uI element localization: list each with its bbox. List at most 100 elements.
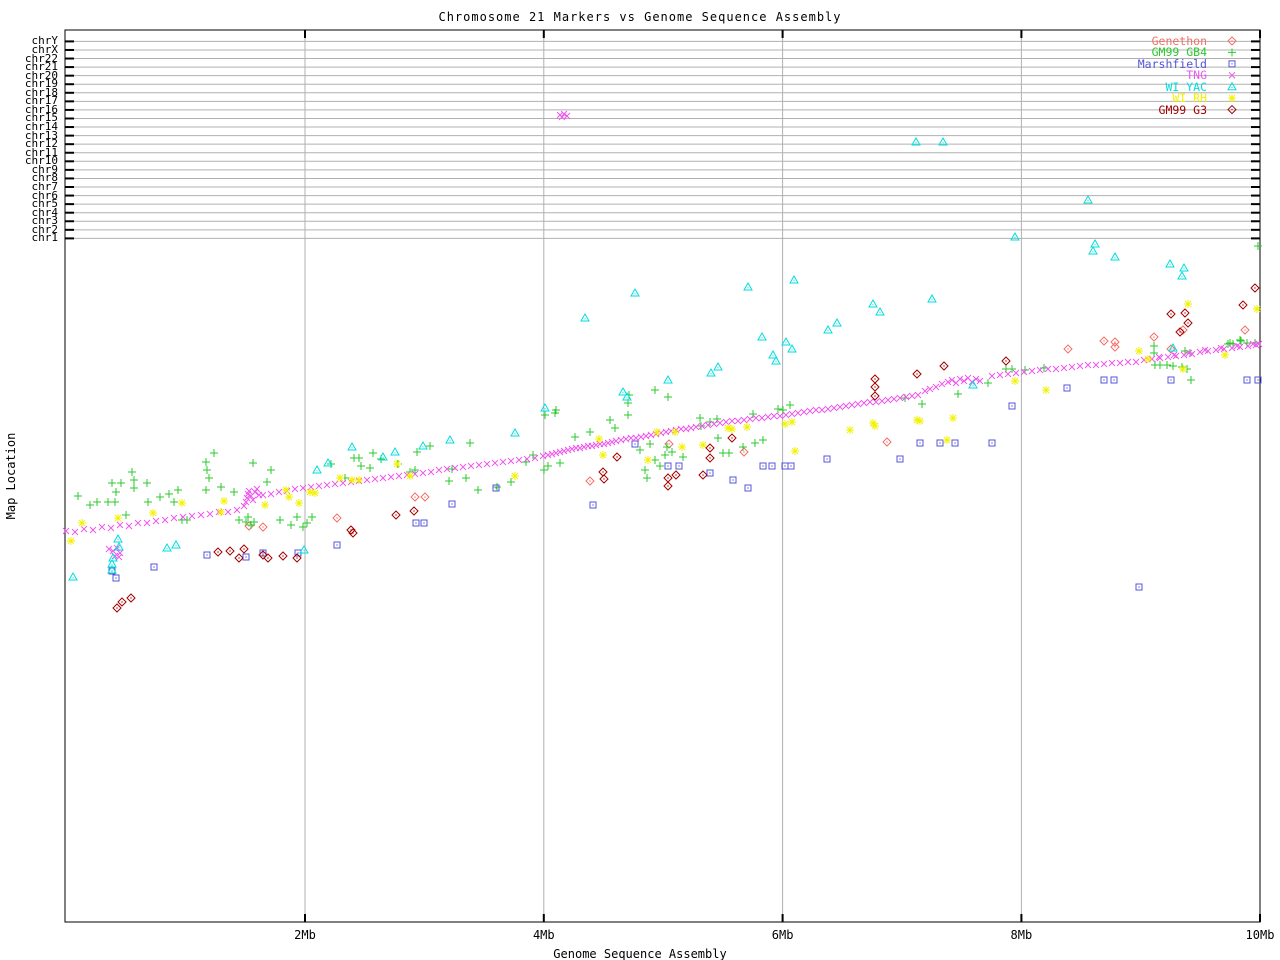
scatter-point-tng xyxy=(556,448,564,456)
scatter-point-gm99-gb4 xyxy=(299,523,307,531)
scatter-point-marshfield xyxy=(242,553,250,561)
scatter-point-tng xyxy=(62,527,70,535)
scatter-point-gm99-g3 xyxy=(870,374,880,384)
x-tick-label-6Mb: 6Mb xyxy=(771,928,794,942)
scatter-point-wi-rh xyxy=(406,472,414,480)
scatter-point-tng xyxy=(197,511,205,519)
scatter-point-tng xyxy=(259,491,267,499)
scatter-point-tng xyxy=(758,414,766,422)
scatter-point-gm99-gb4 xyxy=(462,474,470,482)
scatter-point-wi-yac xyxy=(347,441,357,451)
scatter-point-tng xyxy=(677,425,685,433)
scatter-point-marshfield xyxy=(333,541,341,549)
scatter-point-tng xyxy=(116,521,124,529)
scatter-point-tng xyxy=(548,450,556,458)
scatter-point-genethon xyxy=(1149,332,1159,342)
scatter-point-tng xyxy=(902,393,910,401)
scatter-point-gm99-g3 xyxy=(292,553,302,563)
scatter-point-marshfield xyxy=(1110,376,1118,384)
scatter-point-gm99-gb4 xyxy=(203,466,211,474)
scatter-point-wi-rh xyxy=(1253,305,1261,313)
scatter-point-wi-yac xyxy=(787,343,797,353)
scatter-point-wi-yac xyxy=(875,306,885,316)
scatter-point-wi-rh xyxy=(1179,365,1187,373)
scatter-point-tng xyxy=(812,406,820,414)
scatter-point-wi-yac xyxy=(789,274,799,284)
scatter-point-tng xyxy=(1170,351,1178,359)
scatter-point-tng xyxy=(988,372,996,380)
scatter-point-gm99-g3 xyxy=(126,593,136,603)
scatter-point-tng xyxy=(617,436,625,444)
scatter-point-gm99-g3 xyxy=(727,433,737,443)
scatter-point-wi-yac xyxy=(927,293,937,303)
scatter-point-tng xyxy=(1164,353,1172,361)
scatter-point-marshfield xyxy=(759,462,767,470)
scatter-point-gm99-gb4 xyxy=(786,401,794,409)
scatter-point-wi-yac xyxy=(868,298,878,308)
scatter-point-wi-rh xyxy=(217,508,225,516)
scatter-point-wi-yac xyxy=(757,331,767,341)
x-tick-label-4Mb: 4Mb xyxy=(532,928,555,942)
scatter-point-wi-rh xyxy=(393,460,401,468)
scatter-point-gm99-gb4 xyxy=(128,468,136,476)
scatter-point-tng xyxy=(1012,369,1020,377)
scatter-point-gm99-g3 xyxy=(705,453,715,463)
scatter-point-tng xyxy=(170,514,178,522)
scatter-point-tng xyxy=(507,457,515,465)
scatter-point-marshfield xyxy=(1100,376,1108,384)
scatter-point-wi-yac xyxy=(162,542,172,552)
scatter-point-gm99-gb4 xyxy=(1236,336,1244,344)
scatter-point-tng xyxy=(491,459,499,467)
scatter-point-gm99-g3 xyxy=(278,551,288,561)
scatter-point-gm99-gb4 xyxy=(93,498,101,506)
scatter-point-wi-rh xyxy=(871,422,879,430)
scatter-point-genethon xyxy=(1063,344,1073,354)
scatter-point-tng xyxy=(622,435,630,443)
scatter-point-gm99-gb4 xyxy=(144,498,152,506)
scatter-point-gm99-gb4 xyxy=(174,486,182,494)
scatter-point-wi-rh xyxy=(743,423,751,431)
scatter-point-tng xyxy=(558,113,566,121)
scatter-point-tng xyxy=(647,431,655,439)
scatter-point-marshfield xyxy=(768,462,776,470)
scatter-point-tng xyxy=(1132,358,1140,366)
scatter-point-gm99-gb4 xyxy=(112,488,120,496)
scatter-point-marshfield xyxy=(150,563,158,571)
scatter-point-gm99-gb4 xyxy=(244,513,252,521)
scatter-point-tng xyxy=(848,401,856,409)
scatter-point-gm99-gb4 xyxy=(586,428,594,436)
scatter-point-gm99-gb4 xyxy=(651,386,659,394)
scatter-point-wi-rh xyxy=(728,425,736,433)
scatter-point-gm99-gb4 xyxy=(679,453,687,461)
scatter-point-wi-rh xyxy=(644,456,652,464)
scatter-point-wi-yac xyxy=(418,440,428,450)
scatter-point-gm99-gb4 xyxy=(1150,349,1158,357)
scatter-point-tng xyxy=(824,405,832,413)
scatter-point-gm99-gb4 xyxy=(661,451,669,459)
scatter-point-wi-rh xyxy=(1042,386,1050,394)
scatter-point-gm99-g3 xyxy=(705,443,715,453)
scatter-point-gm99-gb4 xyxy=(411,466,419,474)
scatter-point-gm99-gb4 xyxy=(108,479,116,487)
scatter-point-tng xyxy=(657,429,665,437)
scatter-point-gm99-g3 xyxy=(870,391,880,401)
scatter-point-tng xyxy=(435,466,443,474)
scatter-point-gm99-gb4 xyxy=(293,513,301,521)
scatter-point-wi-rh xyxy=(1011,377,1019,385)
scatter-point-gm99-g3 xyxy=(213,547,223,557)
scatter-point-gm99-gb4 xyxy=(556,459,564,467)
scatter-point-tng xyxy=(539,452,547,460)
scatter-point-tng xyxy=(884,396,892,404)
scatter-point-gm99-gb4 xyxy=(202,458,210,466)
scatter-point-wi-rh xyxy=(355,476,363,484)
scatter-point-gm99-g3 xyxy=(1183,318,1193,328)
scatter-point-gm99-gb4 xyxy=(117,479,125,487)
scatter-point-gm99-gb4 xyxy=(624,411,632,419)
scatter-point-gm99-gb4 xyxy=(303,519,311,527)
x-tick-label-8Mb: 8Mb xyxy=(1010,928,1033,942)
scatter-point-tng xyxy=(800,408,808,416)
scatter-point-wi-yac xyxy=(1088,245,1098,255)
scatter-point-gm99-g3 xyxy=(1001,356,1011,366)
scatter-point-gm99-g3 xyxy=(599,474,609,484)
scatter-point-tng xyxy=(233,506,241,514)
